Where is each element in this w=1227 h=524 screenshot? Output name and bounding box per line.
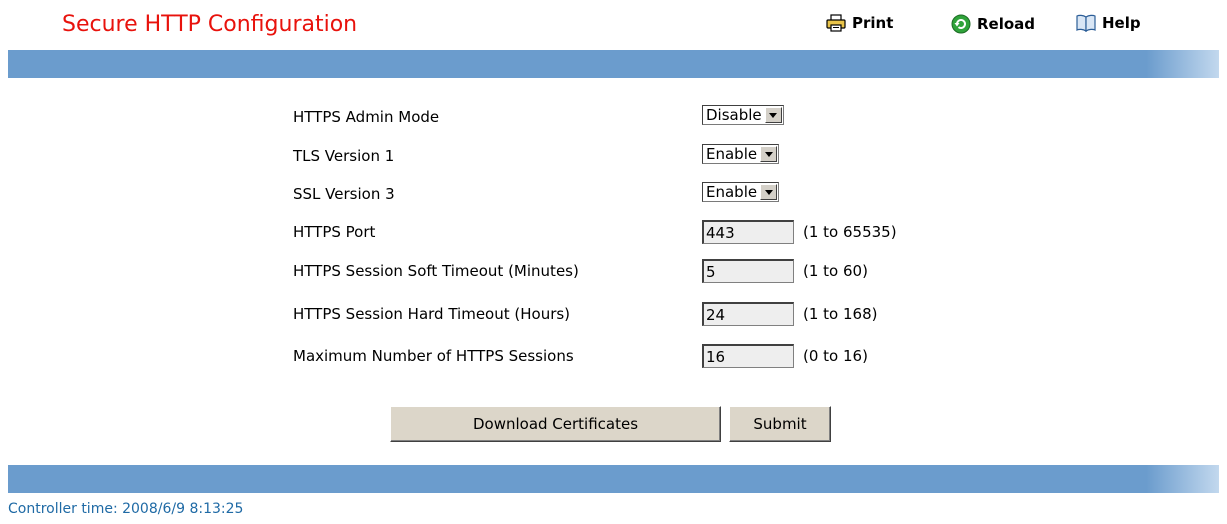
- header-bar: [8, 50, 1219, 78]
- tls-version-label: TLS Version 1: [293, 147, 395, 165]
- https-port-label: HTTPS Port: [293, 223, 376, 241]
- chevron-down-icon[interactable]: [764, 107, 782, 123]
- soft-timeout-range: (1 to 60): [803, 262, 868, 280]
- hard-timeout-label: HTTPS Session Hard Timeout (Hours): [293, 305, 571, 323]
- max-sessions-range: (0 to 16): [803, 347, 868, 365]
- chevron-down-icon[interactable]: [760, 146, 778, 162]
- max-sessions-row: Maximum Number of HTTPS Sessions (0 to 1…: [0, 344, 1227, 368]
- admin-mode-label: HTTPS Admin Mode: [293, 108, 440, 126]
- soft-timeout-row: HTTPS Session Soft Timeout (Minutes) (1 …: [0, 259, 1227, 283]
- ssl-version-row: SSL Version 3 Enable: [0, 182, 1227, 206]
- https-port-range: (1 to 65535): [803, 223, 897, 241]
- hard-timeout-row: HTTPS Session Hard Timeout (Hours) (1 to…: [0, 302, 1227, 326]
- help-label: Help: [1102, 14, 1141, 32]
- help-button[interactable]: Help: [1076, 14, 1141, 32]
- chevron-down-icon[interactable]: [760, 184, 778, 200]
- reload-button[interactable]: Reload: [951, 14, 1035, 34]
- reload-label: Reload: [977, 15, 1036, 33]
- page-title: Secure HTTP Configuration: [62, 12, 358, 37]
- https-port-row: HTTPS Port (1 to 65535): [0, 220, 1227, 244]
- hard-timeout-input[interactable]: [702, 302, 794, 326]
- submit-button[interactable]: Submit: [729, 406, 831, 442]
- print-label: Print: [852, 14, 894, 32]
- ssl-version-value: Enable: [706, 183, 758, 201]
- reload-icon: [951, 14, 971, 34]
- download-certificates-button[interactable]: Download Certificates: [390, 406, 721, 442]
- max-sessions-input[interactable]: [702, 344, 794, 368]
- admin-mode-select[interactable]: Disable: [702, 105, 784, 125]
- hard-timeout-range: (1 to 168): [803, 305, 878, 323]
- soft-timeout-input[interactable]: [702, 259, 794, 283]
- admin-mode-value: Disable: [706, 106, 762, 124]
- printer-icon: [826, 14, 846, 32]
- https-port-input[interactable]: [702, 220, 794, 244]
- controller-time: Controller time: 2008/6/9 8:13:25: [8, 501, 244, 517]
- print-button[interactable]: Print: [826, 14, 893, 32]
- help-book-icon: [1076, 14, 1096, 32]
- tls-version-value: Enable: [706, 145, 758, 163]
- ssl-version-select[interactable]: Enable: [702, 182, 780, 202]
- tls-version-select[interactable]: Enable: [702, 144, 780, 164]
- admin-mode-row: HTTPS Admin Mode Disable: [0, 105, 1227, 129]
- ssl-version-label: SSL Version 3: [293, 185, 395, 203]
- footer-bar: [8, 465, 1219, 493]
- max-sessions-label: Maximum Number of HTTPS Sessions: [293, 347, 574, 365]
- tls-version-row: TLS Version 1 Enable: [0, 144, 1227, 168]
- soft-timeout-label: HTTPS Session Soft Timeout (Minutes): [293, 262, 579, 280]
